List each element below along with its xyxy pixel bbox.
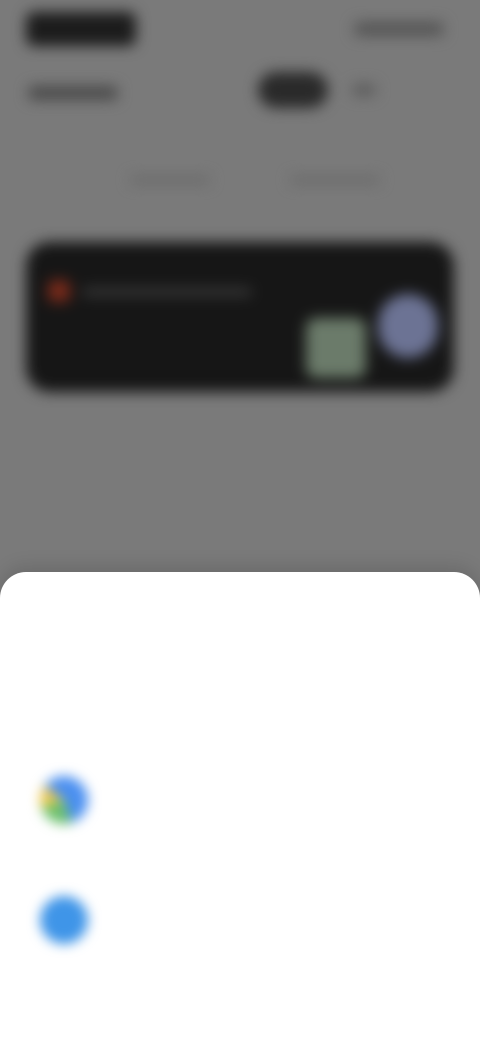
status-bar-icons [354, 22, 444, 36]
promo-card [26, 242, 454, 392]
tab-right [290, 176, 380, 184]
app-screen [0, 0, 480, 1040]
header-location [28, 86, 118, 100]
promo-logo-icon [48, 280, 70, 302]
google-icon [40, 776, 88, 824]
sheet-content [0, 572, 480, 1040]
sign-in-bottom-sheet [0, 572, 480, 1040]
header-logo [258, 72, 328, 108]
google-sign-in-option[interactable] [36, 768, 440, 838]
passkey-sign-in-option[interactable] [36, 888, 440, 958]
passkey-icon [40, 896, 88, 944]
promo-headline [82, 288, 252, 296]
promo-image [306, 318, 366, 378]
status-bar-time [26, 12, 136, 46]
promo-image [378, 294, 438, 358]
tab-left [130, 176, 210, 184]
header-chevron-icon [352, 84, 376, 96]
